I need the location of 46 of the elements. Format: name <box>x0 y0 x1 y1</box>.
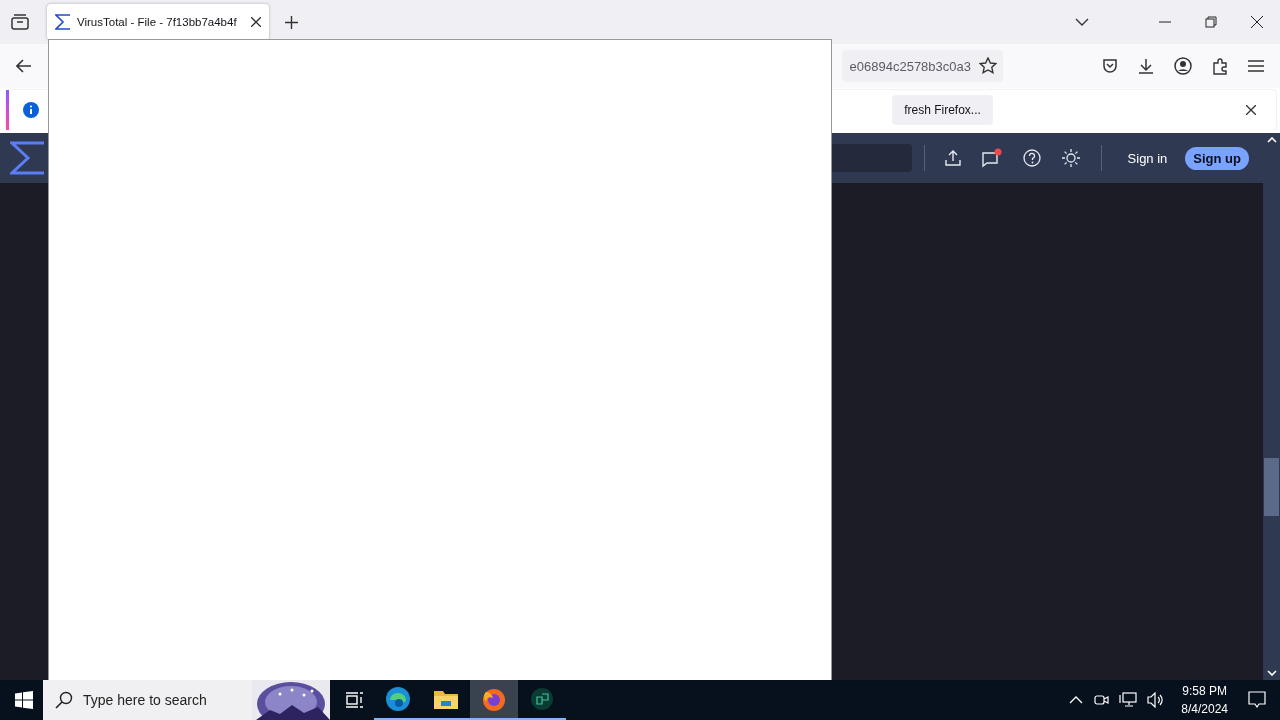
scroll-up-icon[interactable] <box>1266 137 1277 143</box>
folder-icon <box>433 688 459 710</box>
camera-icon[interactable] <box>1093 692 1110 708</box>
chat-icon[interactable] <box>980 148 1003 168</box>
upload-icon[interactable] <box>944 150 961 166</box>
close-icon[interactable] <box>251 17 261 27</box>
edge-browser-icon <box>385 686 411 712</box>
clock-date: 8/4/2024 <box>1181 701 1228 718</box>
download-icon[interactable] <box>1138 58 1154 74</box>
chevron-up-icon[interactable] <box>1069 696 1084 704</box>
firefox-taskbar-button[interactable] <box>470 680 518 720</box>
task-view-icon[interactable] <box>346 692 364 708</box>
theme-icon[interactable] <box>1060 148 1081 168</box>
pocket-icon[interactable] <box>1102 58 1118 74</box>
taskbar-search-field[interactable]: Type here to search <box>43 680 330 720</box>
scrollbar[interactable] <box>1263 133 1280 680</box>
clock-time: 9:58 PM <box>1182 683 1227 700</box>
back-icon[interactable] <box>16 59 32 73</box>
chevron-down-icon[interactable] <box>1075 18 1089 26</box>
bookmark-star-icon[interactable] <box>979 57 997 75</box>
app-icon <box>531 688 553 710</box>
search-icon <box>55 691 73 709</box>
windows-start-icon[interactable] <box>15 691 33 709</box>
scrollbar-thumb[interactable] <box>1264 457 1279 516</box>
menu-icon[interactable] <box>1248 60 1264 72</box>
close-icon[interactable] <box>1251 16 1263 28</box>
new-tab-icon[interactable] <box>285 15 298 29</box>
volume-icon[interactable] <box>1147 692 1166 708</box>
browser-tab[interactable]: VirusTotal - File - 7f13bb7a4b4f <box>47 4 269 40</box>
refresh-firefox-button[interactable]: fresh Firefox... <box>892 95 993 125</box>
account-icon[interactable] <box>1174 57 1192 75</box>
scroll-down-icon[interactable] <box>1266 670 1277 676</box>
notifications-icon[interactable] <box>1248 691 1266 709</box>
extensions-icon[interactable] <box>1212 57 1228 75</box>
tab-list-icon[interactable] <box>11 14 29 30</box>
sigma-logo-icon <box>55 14 71 30</box>
firefox-icon <box>481 686 507 712</box>
close-icon[interactable] <box>1246 105 1256 115</box>
address-field[interactable]: e06894c2578b3c0a3 <box>841 50 1003 82</box>
sign-in-link[interactable]: Sign in <box>1127 150 1168 166</box>
network-icon[interactable] <box>1119 692 1138 708</box>
logo-icon[interactable] <box>10 141 46 175</box>
info-icon <box>23 102 39 118</box>
sign-up-button[interactable]: Sign up <box>1185 146 1249 170</box>
restore-icon[interactable] <box>1205 16 1217 28</box>
help-icon[interactable] <box>1022 149 1041 167</box>
